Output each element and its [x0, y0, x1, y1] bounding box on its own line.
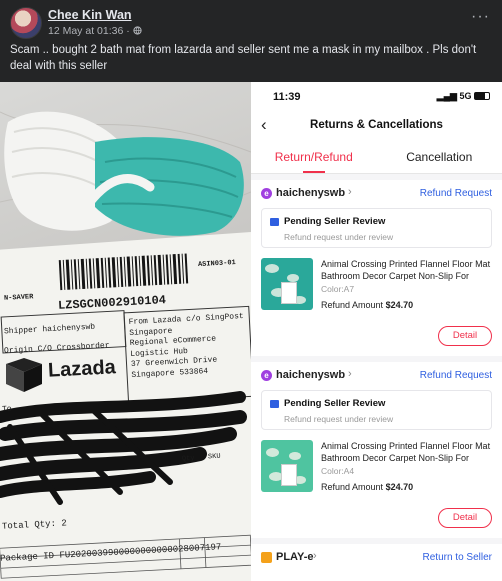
- tab-bar: Return/Refund Cancellation: [251, 140, 502, 174]
- globe-icon: ·: [126, 25, 142, 37]
- page-title: Returns & Cancellations: [310, 119, 443, 131]
- phone-screenshot[interactable]: 11:39 ▂▄▆ 5G ‹ Returns & Cancellations R…: [251, 82, 502, 581]
- product-row[interactable]: Animal Crossing Printed Flannel Floor Ma…: [251, 254, 502, 324]
- truck-icon: [270, 400, 279, 408]
- post-header: Chee Kin Wan 12 May at 01:36 · ··· Scam …: [0, 0, 502, 82]
- signal-indicator: ▂▄▆ 5G: [437, 91, 490, 102]
- refund-label: Refund Amount: [321, 482, 384, 492]
- product-thumbnail: [261, 440, 313, 492]
- battery-icon: [474, 92, 490, 100]
- order-status: Return to Seller: [422, 552, 492, 563]
- chevron-right-icon: ›: [348, 186, 352, 198]
- product-thumbnail: [261, 258, 313, 310]
- product-color: Color:A4: [321, 466, 355, 476]
- refund-value: $24.70: [385, 300, 414, 310]
- author-name[interactable]: Chee Kin Wan: [48, 8, 132, 22]
- review-subtitle: Refund request under review: [284, 232, 394, 242]
- refund-amount: Refund Amount $24.70: [321, 482, 413, 492]
- network-type: 5G: [459, 91, 472, 101]
- product-row[interactable]: Animal Crossing Printed Flannel Floor Ma…: [251, 436, 502, 506]
- tab-cancellation[interactable]: Cancellation: [377, 140, 502, 173]
- refund-value: $24.70: [385, 482, 414, 492]
- more-options-button[interactable]: ···: [471, 8, 490, 26]
- review-status-box[interactable]: Pending Seller Review Refund request und…: [261, 390, 492, 430]
- shop-name[interactable]: haichenyswb: [276, 369, 345, 381]
- product-name: Animal Crossing Printed Flannel Floor Ma…: [321, 441, 491, 463]
- review-subtitle: Refund request under review: [284, 414, 394, 424]
- label-to: To: [1, 404, 12, 415]
- tab-return-refund[interactable]: Return/Refund: [251, 140, 377, 173]
- shop-name[interactable]: PLAY-e: [276, 551, 314, 563]
- post-text: Scam .. bought 2 bath mat from lazarda a…: [10, 44, 477, 72]
- status-time: 11:39: [273, 91, 301, 103]
- detail-button[interactable]: Detail: [438, 326, 492, 346]
- label-sku: SKU: [207, 452, 221, 462]
- product-name: Animal Crossing Printed Flannel Floor Ma…: [321, 259, 491, 281]
- shop-row[interactable]: e haichenyswb › Refund Request: [251, 362, 502, 390]
- order-card: e haichenyswb › Refund Request Pending S…: [251, 180, 502, 356]
- shop-name[interactable]: haichenyswb: [276, 187, 345, 199]
- label-qty: Qty: [181, 454, 195, 464]
- detail-button[interactable]: Detail: [438, 508, 492, 528]
- post-meta: 12 May at 01:36 ·: [48, 25, 142, 37]
- shop-icon: e: [261, 188, 272, 199]
- label-from: From Lazada c/o SingPost Singapore Regio…: [128, 312, 246, 381]
- review-status-box[interactable]: Pending Seller Review Refund request und…: [261, 208, 492, 248]
- detail-row: Detail: [251, 506, 502, 532]
- review-title: Pending Seller Review: [284, 216, 386, 227]
- avatar[interactable]: [10, 7, 42, 39]
- shop-row[interactable]: e haichenyswb › Refund Request: [251, 180, 502, 208]
- title-bar: ‹ Returns & Cancellations: [251, 110, 502, 140]
- truck-icon: [270, 218, 279, 226]
- chevron-right-icon: ›: [348, 368, 352, 380]
- lazada-logo: Lazada: [47, 356, 117, 382]
- shop-icon: [261, 552, 272, 563]
- package-photo[interactable]: N-SAVER ASIN03-01 LZSGCN002910104 Shippe…: [0, 82, 251, 581]
- detail-row: Detail: [251, 324, 502, 350]
- shop-icon: e: [261, 370, 272, 381]
- signal-bars-icon: ▂▄▆: [436, 91, 457, 101]
- order-card: e haichenyswb › Refund Request Pending S…: [251, 362, 502, 538]
- order-status: Refund Request: [419, 188, 492, 199]
- order-status: Refund Request: [419, 370, 492, 381]
- review-title: Pending Seller Review: [284, 398, 386, 409]
- refund-amount: Refund Amount $24.70: [321, 300, 413, 310]
- product-color: Color:A7: [321, 284, 355, 294]
- post-date[interactable]: 12 May at 01:36: [48, 25, 123, 37]
- status-bar: 11:39 ▂▄▆ 5G: [251, 82, 502, 110]
- order-card[interactable]: PLAY-e › Return to Seller: [251, 544, 502, 581]
- chevron-right-icon: ›: [313, 550, 317, 562]
- refund-label: Refund Amount: [321, 300, 384, 310]
- label-n-saver: N-SAVER: [3, 293, 34, 303]
